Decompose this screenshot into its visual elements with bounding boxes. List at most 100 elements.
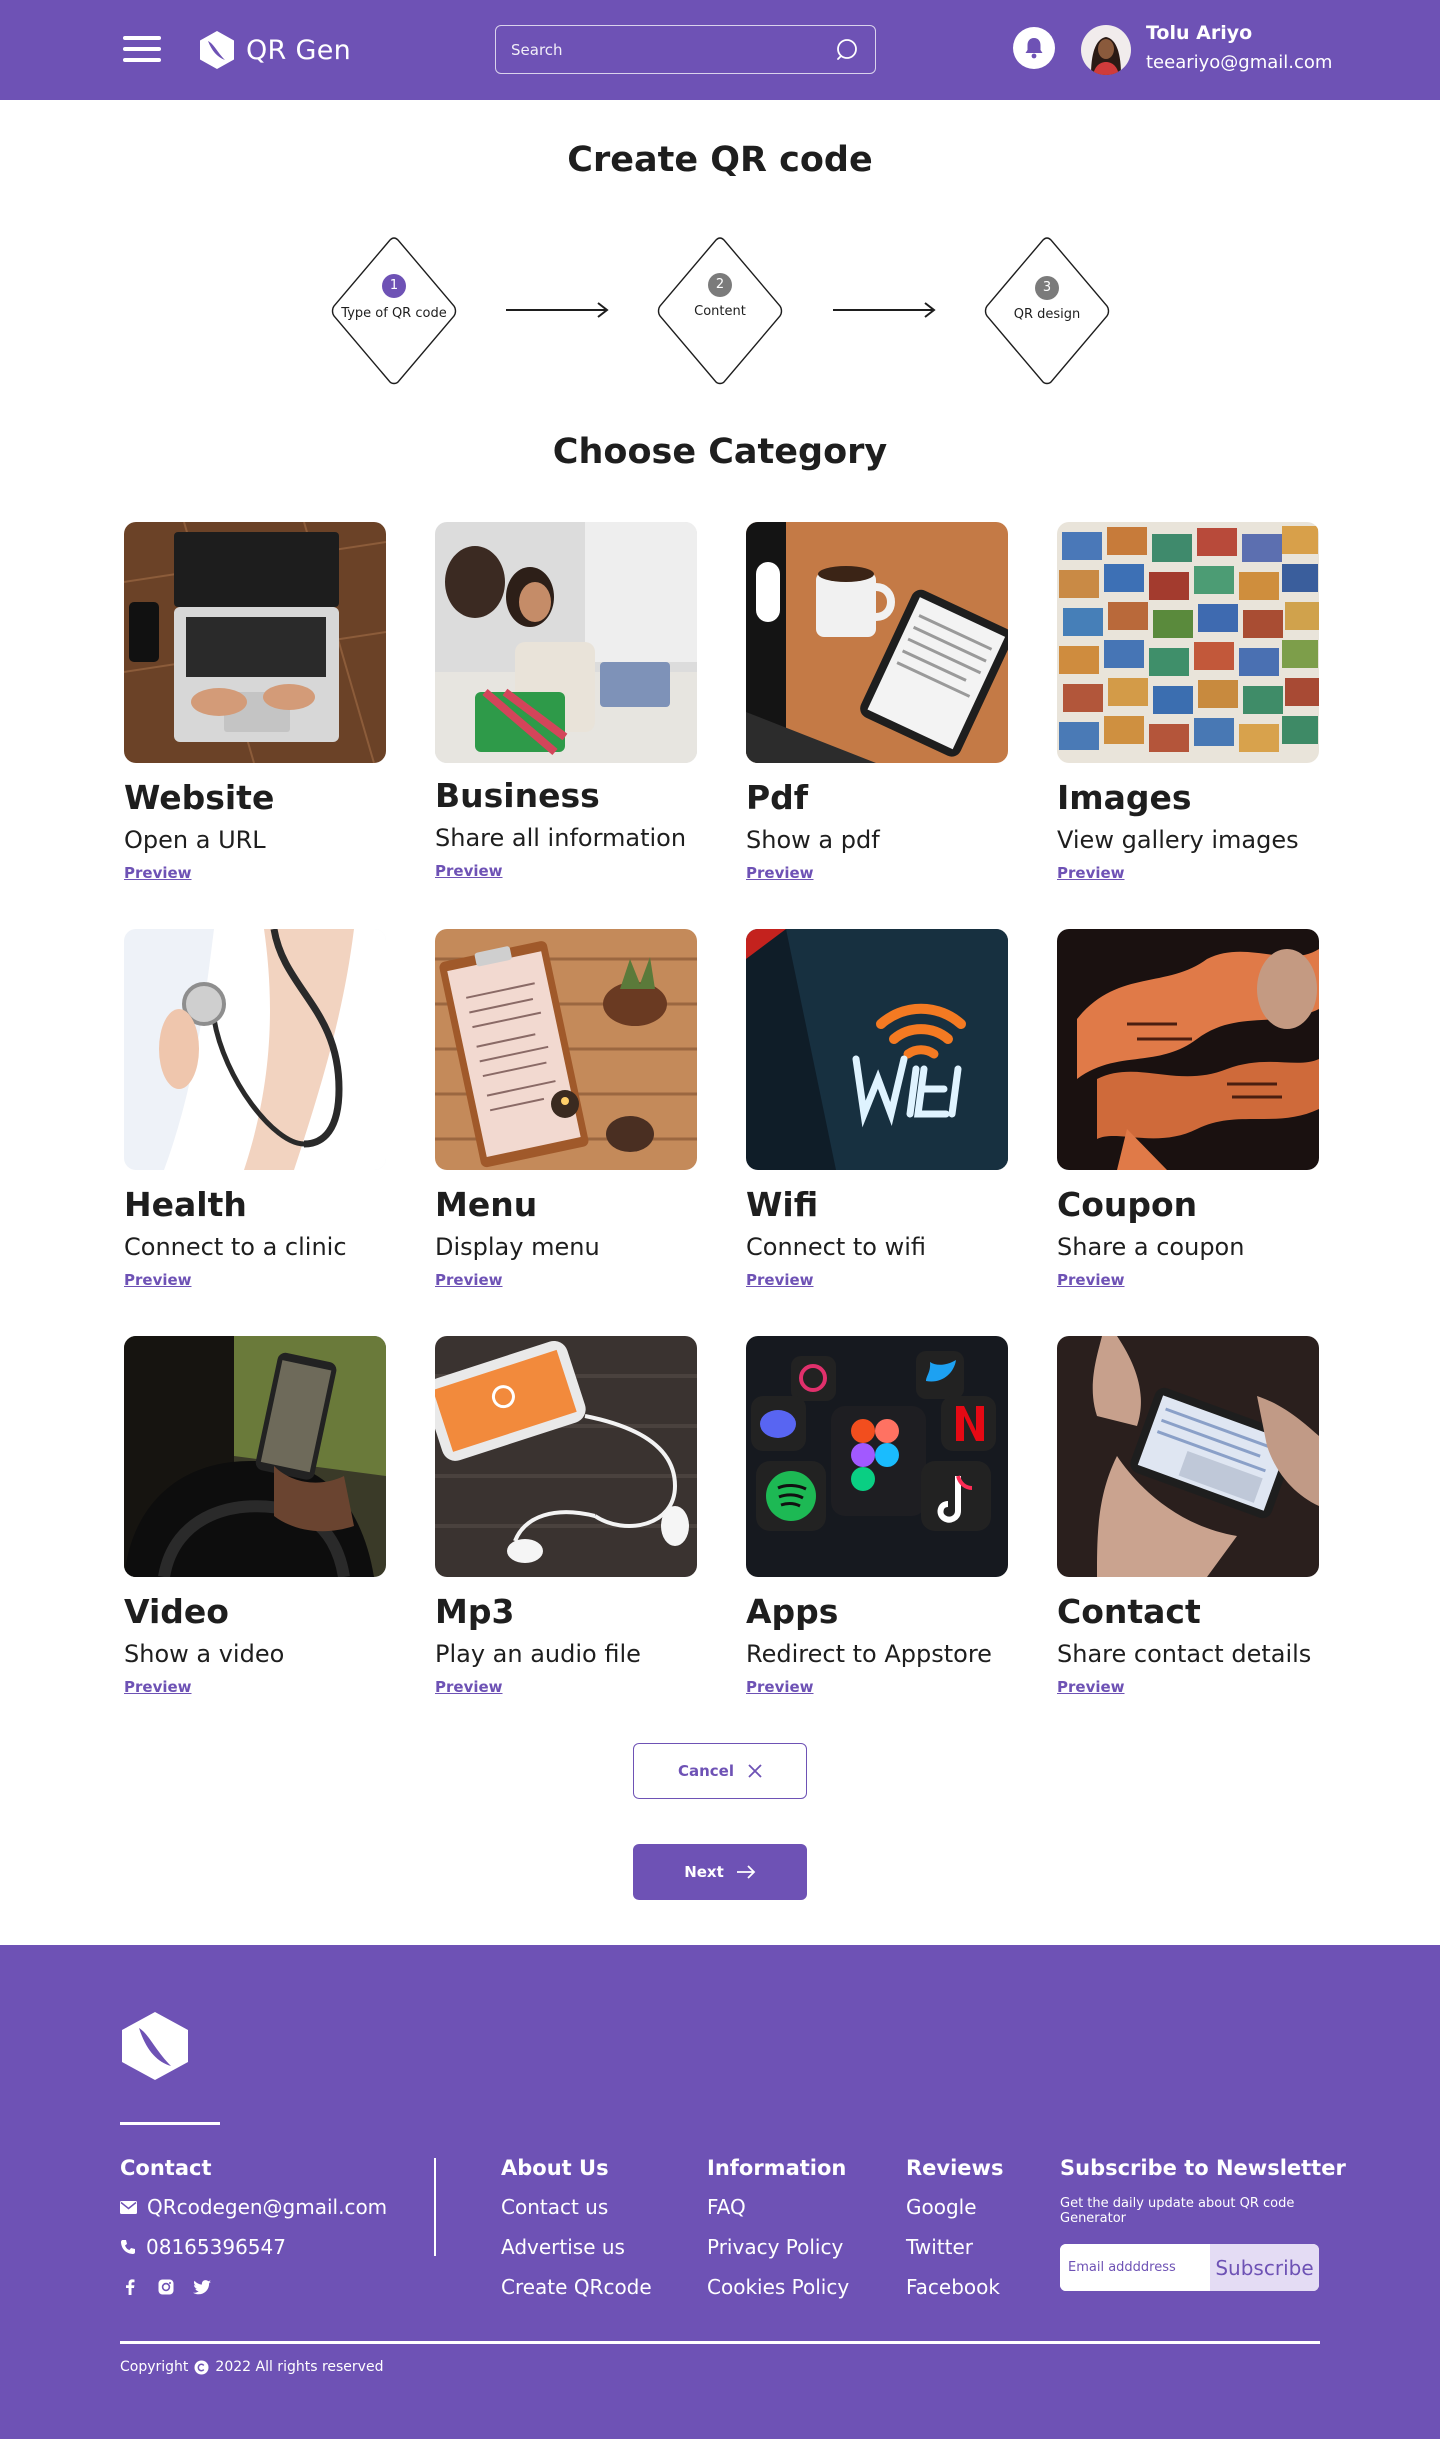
card-title: Health [124,1185,247,1224]
card-description: Connect to a clinic [124,1233,347,1261]
step-content[interactable]: 2 Content [656,236,784,386]
footer-email[interactable]: QRcodegen@gmail.com [120,2195,387,2219]
step-label: Content [694,304,746,319]
avatar[interactable] [1081,25,1131,75]
cancel-button-label: Cancel [677,1762,734,1780]
card-description: Connect to wifi [746,1233,926,1261]
tablet-coffee-photo [746,522,1008,763]
user-email: teeariyo@gmail.com [1146,52,1333,73]
step-type-of-qr-code[interactable]: 1 Type of QR code [330,236,458,386]
menu-board-photo [435,929,697,1170]
laptop-photo [124,522,386,763]
category-card-website[interactable]: Website Open a URL Preview [124,522,386,882]
preview-link[interactable]: Preview [124,1271,192,1289]
section-title: Choose Category [552,432,888,472]
search-box[interactable] [495,25,876,74]
phone-in-car-photo [124,1336,386,1577]
menu-icon[interactable] [123,36,161,62]
card-description: Show a pdf [746,826,880,854]
step-number: 3 [1035,276,1059,300]
preview-link[interactable]: Preview [746,864,814,882]
footer-link-twitter[interactable]: Twitter [906,2235,973,2259]
postcards-photo [1057,522,1319,763]
footer-information-heading: Information [707,2156,847,2180]
card-title: Pdf [746,778,809,817]
category-card-contact[interactable]: Contact Share contact details Preview [1057,1336,1319,1696]
card-title: Images [1057,778,1192,817]
card-description: View gallery images [1057,826,1299,854]
category-card-menu[interactable]: Menu Display menu Preview [435,929,697,1289]
footer-email-text: QRcodegen@gmail.com [147,2195,388,2219]
preview-link[interactable]: Preview [1057,864,1125,882]
preview-link[interactable]: Preview [124,1678,192,1696]
card-description: Open a URL [124,826,266,854]
preview-link[interactable]: Preview [435,862,503,880]
footer-logo-underline [120,2122,220,2125]
twitter-icon[interactable] [192,2277,212,2297]
step-qr-design[interactable]: 3 QR design [983,236,1111,386]
preview-link[interactable]: Preview [746,1678,814,1696]
step-number: 2 [708,273,732,297]
preview-link[interactable]: Preview [435,1678,503,1696]
newsletter-heading: Subscribe to Newsletter [1060,2156,1346,2180]
footer-link-create-qrcode[interactable]: Create QRcode [501,2275,652,2299]
newsletter-form: Subscribe [1060,2244,1319,2291]
category-card-video[interactable]: Video Show a video Preview [124,1336,386,1696]
category-card-mp3[interactable]: Mp3 Play an audio file Preview [435,1336,697,1696]
category-card-wifi[interactable]: Wifi Connect to wifi Preview [746,929,1008,1289]
footer-link-contact-us[interactable]: Contact us [501,2195,608,2219]
search-icon[interactable] [835,37,861,63]
card-description: Show a video [124,1640,285,1668]
category-card-business[interactable]: Business Share all information Preview [435,522,697,880]
footer-link-facebook[interactable]: Facebook [906,2275,1000,2299]
category-card-pdf[interactable]: Pdf Show a pdf Preview [746,522,1008,882]
next-button[interactable]: Next [633,1844,807,1900]
card-description: Play an audio file [435,1640,641,1668]
social-links [120,2277,212,2297]
preview-link[interactable]: Preview [1057,1271,1125,1289]
footer-rule [120,2341,1320,2344]
card-description: Share contact details [1057,1640,1312,1668]
preview-link[interactable]: Preview [1057,1678,1125,1696]
subscribe-button[interactable]: Subscribe [1210,2244,1319,2291]
search-input[interactable] [511,40,835,59]
card-description: Share a coupon [1057,1233,1245,1261]
brand[interactable]: QR Gen [198,28,351,72]
qr-gen-logo-icon [200,31,234,69]
step-arrow-icon [506,302,609,318]
preview-link[interactable]: Preview [124,864,192,882]
footer-link-google[interactable]: Google [906,2195,977,2219]
newsletter-subtitle: Get the daily update about QR code Gener… [1060,2196,1295,2226]
footer-link-cookies-policy[interactable]: Cookies Policy [707,2275,849,2299]
step-number: 1 [382,274,406,298]
card-title: Wifi [746,1185,819,1224]
preview-link[interactable]: Preview [746,1271,814,1289]
card-description: Redirect to Appstore [746,1640,992,1668]
category-card-apps[interactable]: Apps Redirect to Appstore Preview [746,1336,1008,1696]
preview-link[interactable]: Preview [435,1271,503,1289]
cancel-button[interactable]: Cancel [633,1743,807,1799]
page-title: Create QR code [567,140,873,180]
top-header: QR Gen Tolu Ariyo teeariyo@gmail.com [0,0,1440,100]
footer-about-heading: About Us [501,2156,609,2180]
footer-link-privacy-policy[interactable]: Privacy Policy [707,2235,843,2259]
instagram-icon[interactable] [156,2277,176,2297]
footer-link-faq[interactable]: FAQ [707,2195,746,2219]
newsletter-email-input[interactable] [1060,2244,1210,2291]
footer-link-advertise-us[interactable]: Advertise us [501,2235,625,2259]
phone-hands-photo [1057,1336,1319,1577]
footer-contact-heading: Contact [120,2156,212,2180]
step-label: Type of QR code [341,306,447,321]
card-title: Business [435,776,600,815]
footer-phone[interactable]: 08165396547 [120,2235,286,2259]
step-label: QR design [1013,307,1081,322]
category-card-coupon[interactable]: Coupon Share a coupon Preview [1057,929,1319,1289]
brand-name: QR Gen [246,34,352,66]
copyright-text: 2022 All rights reserved [215,2359,384,2375]
category-card-health[interactable]: Health Connect to a clinic Preview [124,929,386,1289]
shopping-women-photo [435,522,697,763]
category-card-images[interactable]: Images View gallery images Preview [1057,522,1319,882]
notification-bell-icon[interactable] [1013,27,1055,69]
facebook-icon[interactable] [120,2277,140,2297]
mail-icon [120,2200,137,2214]
